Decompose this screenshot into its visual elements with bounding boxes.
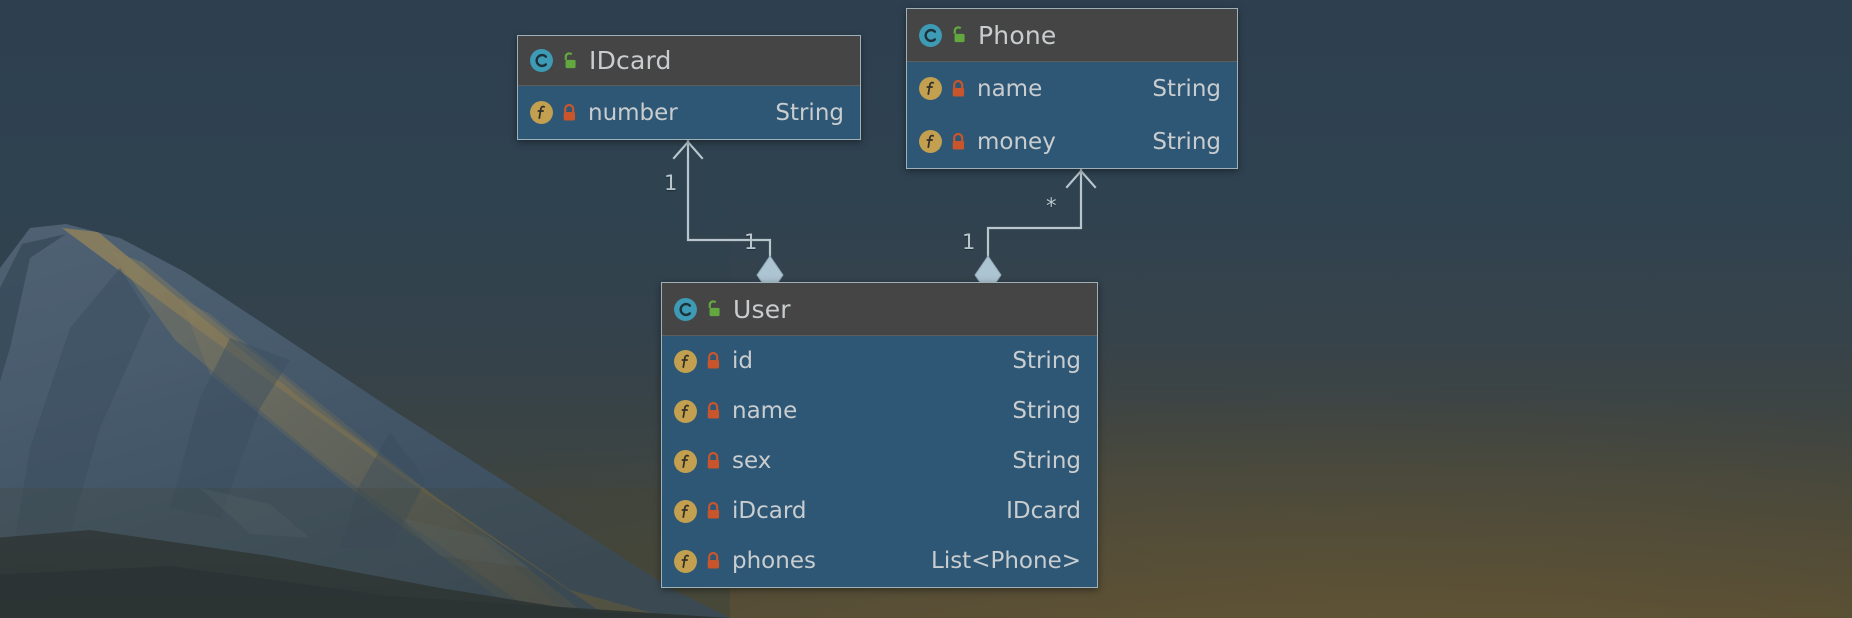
uml-field-name: money xyxy=(977,128,1056,155)
uml-field-row[interactable]: id String xyxy=(662,336,1097,386)
locked-padlock-orange-icon xyxy=(561,103,578,123)
uml-field-row[interactable]: money String xyxy=(907,115,1237,168)
uml-class-phone-header: Phone xyxy=(907,9,1237,62)
class-c-icon xyxy=(529,48,554,73)
field-f-icon xyxy=(918,129,943,154)
uml-class-user[interactable]: User id String name String sex String iD… xyxy=(661,282,1098,588)
uml-field-name: id xyxy=(732,348,753,374)
uml-field-type: String xyxy=(1012,348,1081,374)
uml-class-user-name: User xyxy=(733,294,791,324)
desktop-screenshot: 1 1 * 1 IDcard number String Phone name … xyxy=(0,0,1852,618)
unlocked-padlock-green-icon xyxy=(950,25,968,45)
uml-class-idcard[interactable]: IDcard number String xyxy=(517,35,861,140)
uml-field-name: sex xyxy=(732,448,772,474)
class-c-icon xyxy=(673,297,698,322)
locked-padlock-orange-icon xyxy=(950,79,967,99)
locked-padlock-orange-icon xyxy=(705,551,722,571)
uml-field-type: String xyxy=(1152,75,1221,102)
uml-class-phone[interactable]: Phone name String money String xyxy=(906,8,1238,169)
locked-padlock-orange-icon xyxy=(705,501,722,521)
uml-class-phone-name: Phone xyxy=(978,20,1057,50)
field-f-icon xyxy=(918,76,943,101)
locked-padlock-orange-icon xyxy=(705,351,722,371)
uml-field-type: String xyxy=(1012,398,1081,424)
uml-field-type: List<Phone> xyxy=(931,548,1081,574)
class-c-icon xyxy=(918,23,943,48)
field-f-icon xyxy=(673,499,698,524)
uml-field-row[interactable]: phones List<Phone> xyxy=(662,536,1097,586)
uml-field-type: IDcard xyxy=(1006,498,1081,524)
uml-field-row[interactable]: sex String xyxy=(662,436,1097,486)
uml-field-row[interactable]: name String xyxy=(907,62,1237,115)
mount-fuji-photo xyxy=(0,188,730,618)
field-f-icon xyxy=(529,100,554,125)
uml-field-row[interactable]: name String xyxy=(662,386,1097,436)
locked-padlock-orange-icon xyxy=(705,451,722,471)
uml-field-name: name xyxy=(732,398,798,424)
uml-field-row[interactable]: number String xyxy=(518,86,860,139)
uml-field-type: String xyxy=(1012,448,1081,474)
uml-field-type: String xyxy=(775,99,844,126)
uml-field-type: String xyxy=(1152,128,1221,155)
uml-class-user-fields: id String name String sex String iDcard … xyxy=(662,336,1097,586)
locked-padlock-orange-icon xyxy=(705,401,722,421)
locked-padlock-orange-icon xyxy=(950,132,967,152)
field-f-icon xyxy=(673,549,698,574)
field-f-icon xyxy=(673,349,698,374)
uml-field-name: number xyxy=(588,99,678,126)
field-f-icon xyxy=(673,449,698,474)
unlocked-padlock-green-icon xyxy=(705,299,723,319)
uml-class-user-header: User xyxy=(662,283,1097,336)
uml-class-idcard-header: IDcard xyxy=(518,36,860,86)
uml-field-name: phones xyxy=(732,548,816,574)
uml-field-name: name xyxy=(977,75,1043,102)
uml-field-name: iDcard xyxy=(732,498,807,524)
uml-class-idcard-fields: number String xyxy=(518,86,860,139)
uml-field-row[interactable]: iDcard IDcard xyxy=(662,486,1097,536)
field-f-icon xyxy=(673,399,698,424)
uml-class-idcard-name: IDcard xyxy=(589,46,672,75)
uml-class-phone-fields: name String money String xyxy=(907,62,1237,168)
unlocked-padlock-green-icon xyxy=(561,51,579,71)
